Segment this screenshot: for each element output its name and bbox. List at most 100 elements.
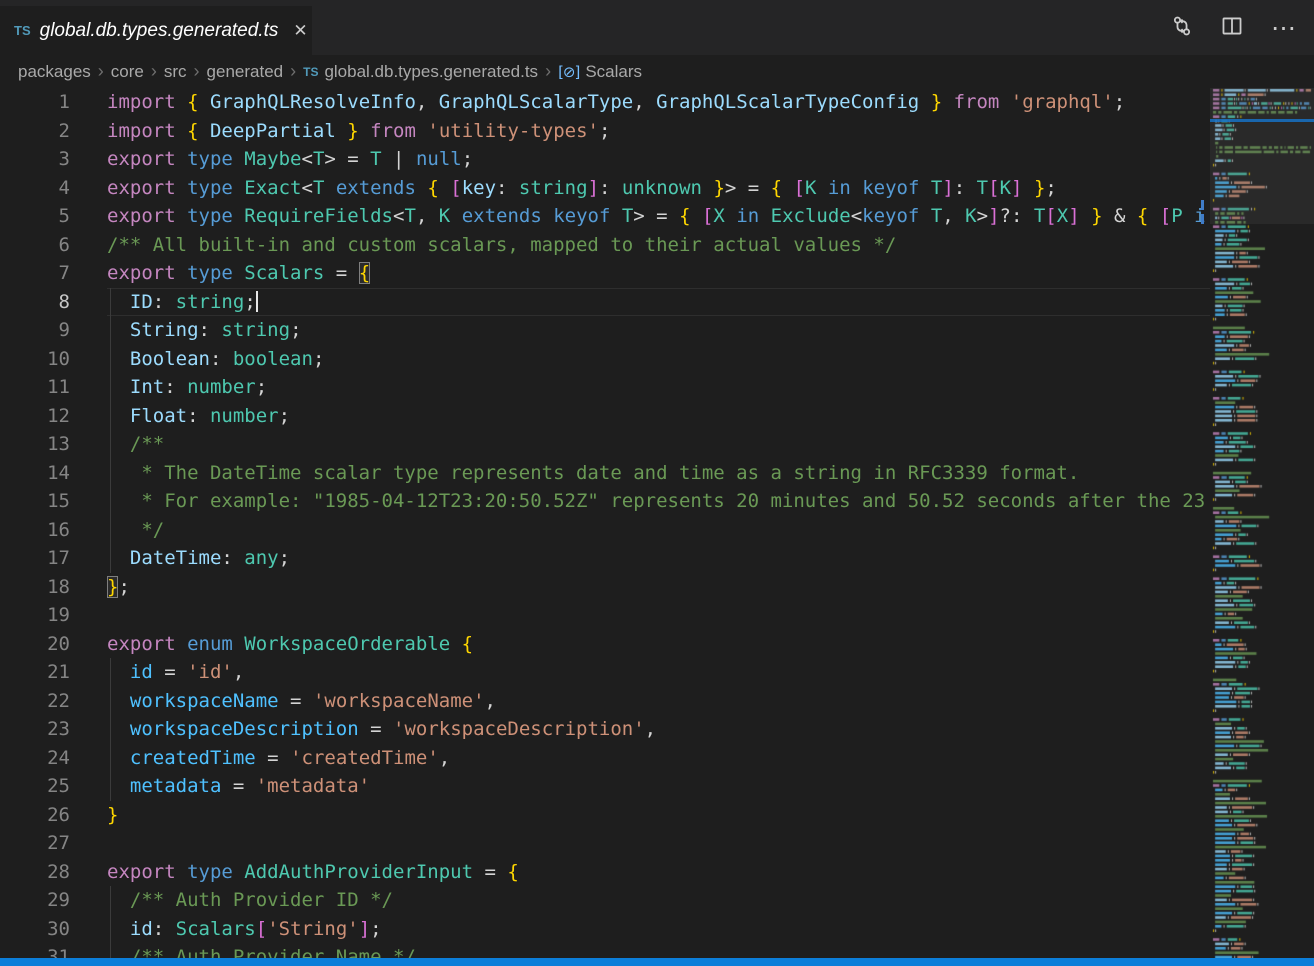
code-line-12[interactable]: Float: number; [107,402,1210,431]
code-token: } [107,804,118,826]
code-line-13[interactable]: /** [107,430,1210,459]
code-token: in [725,205,771,227]
code-token: K [1000,177,1011,199]
code-line-27[interactable] [107,829,1210,858]
split-editor-button[interactable] [1217,11,1247,44]
code-token: , [416,205,439,227]
code-token: keyof [553,205,622,227]
open-changes-button[interactable] [1167,11,1197,44]
more-actions-button[interactable]: ⋯ [1267,18,1300,38]
code-token: ; [462,148,473,170]
code-token: : [164,376,187,398]
line-number: 5 [0,202,70,231]
code-token: export [107,861,187,883]
code-token: { [679,205,690,227]
code-line-16[interactable]: */ [107,516,1210,545]
code-token: 'metadata' [256,775,370,797]
code-line-19[interactable] [107,601,1210,630]
breadcrumb-item-global-db-types-generated-ts[interactable]: TSglobal.db.types.generated.ts [303,62,538,82]
close-tab-icon[interactable]: ✕ [293,22,307,39]
breadcrumb-item-generated[interactable]: generated [207,62,284,82]
code-token: AddAuthProviderInput [244,861,473,883]
code-line-2[interactable]: import { DeepPartial } from 'utility-typ… [107,117,1210,146]
line-number: 16 [0,516,70,545]
code-line-3[interactable]: export type Maybe<T> = T | null; [107,145,1210,174]
code-line-29[interactable]: /** Auth Provider ID */ [107,886,1210,915]
editor[interactable]: 1234567891011121314151617181920212223242… [0,88,1314,958]
code-token: /** Auth Provider ID */ [107,889,393,911]
minimap[interactable] [1210,88,1314,958]
code-line-28[interactable]: export type AddAuthProviderInput = { [107,858,1210,887]
code-token: workspaceDescription [130,718,359,740]
code-token [1022,177,1033,199]
code-line-23[interactable]: workspaceDescription = 'workspaceDescrip… [107,715,1210,744]
code-token: { [427,177,438,199]
code-token: : [199,319,222,341]
code-line-18[interactable]: }; [107,573,1210,602]
code-token [199,120,210,142]
line-number: 2 [0,117,70,146]
code-line-17[interactable]: DateTime: any; [107,544,1210,573]
code-token: T [370,148,381,170]
code-line-1[interactable]: import { GraphQLResolveInfo, GraphQLScal… [107,88,1210,117]
code-line-31[interactable]: /** Auth Provider Name */ [107,943,1210,958]
code-token: P [1171,205,1182,227]
code-token: ; [118,576,129,598]
breadcrumb-item-packages[interactable]: packages [18,62,91,82]
breadcrumb-item-src[interactable]: src [164,62,187,82]
code-line-26[interactable]: } [107,801,1210,830]
code-token: > = [324,148,370,170]
code-token: WorkspaceOrderable [244,633,461,655]
code-line-5[interactable]: export type RequireFields<T, K extends k… [107,202,1210,231]
code-line-7[interactable]: export type Scalars = { [107,259,1210,288]
code-line-6[interactable]: /** All built-in and custom scalars, map… [107,231,1210,260]
breadcrumb-separator: › [144,61,164,82]
line-number: 6 [0,231,70,260]
code-line-15[interactable]: * For example: "1985-04-12T23:20:50.52Z"… [107,487,1210,516]
code-token: /** All built-in and custom scalars, map… [107,234,896,256]
line-number: 26 [0,801,70,830]
code-token: id [130,661,153,683]
code-line-20[interactable]: export enum WorkspaceOrderable { [107,630,1210,659]
code-token: String [130,319,199,341]
code-token: , [645,718,656,740]
code-token: Scalars [176,918,256,940]
code-area[interactable]: import { GraphQLResolveInfo, GraphQLScal… [107,88,1210,958]
code-token: metadata [130,775,222,797]
code-line-4[interactable]: export type Exact<T extends { [key: stri… [107,174,1210,203]
code-line-25[interactable]: metadata = 'metadata' [107,772,1210,801]
code-token: T [313,148,324,170]
code-line-9[interactable]: String: string; [107,316,1210,345]
breadcrumb-item-core[interactable]: core [111,62,144,82]
code-token: } [347,120,358,142]
code-line-8[interactable]: ID: string; [107,288,1210,317]
code-token [702,177,713,199]
code-token: 'createdTime' [290,747,439,769]
code-line-14[interactable]: * The DateTime scalar type represents da… [107,459,1210,488]
indent-guide [110,345,111,374]
code-token: = [359,718,393,740]
line-number: 3 [0,145,70,174]
breadcrumb-item-scalars[interactable]: [⊘]Scalars [558,62,642,82]
code-line-30[interactable]: id: Scalars['String']; [107,915,1210,944]
tab-global-db-types-generated-ts[interactable]: TS global.db.types.generated.ts ✕ [0,6,312,55]
code-token: T [931,205,942,227]
code-token: X [1057,205,1068,227]
more-actions-icon: ⋯ [1271,22,1296,34]
code-line-24[interactable]: createdTime = 'createdTime', [107,744,1210,773]
code-token: 'graphql' [1011,91,1114,113]
code-token: string [176,291,245,313]
minimap-slider[interactable] [1210,88,1314,224]
code-token: from [942,91,1011,113]
line-number: 23 [0,715,70,744]
code-token: RequireFields [244,205,393,227]
code-line-10[interactable]: Boolean: boolean; [107,345,1210,374]
code-token: 'workspaceName' [313,690,485,712]
code-token: GraphQLScalarType [439,91,633,113]
text-cursor [256,291,258,312]
code-token [1080,205,1091,227]
code-line-11[interactable]: Int: number; [107,373,1210,402]
code-token: , [633,91,656,113]
code-line-22[interactable]: workspaceName = 'workspaceName', [107,687,1210,716]
code-line-21[interactable]: id = 'id', [107,658,1210,687]
